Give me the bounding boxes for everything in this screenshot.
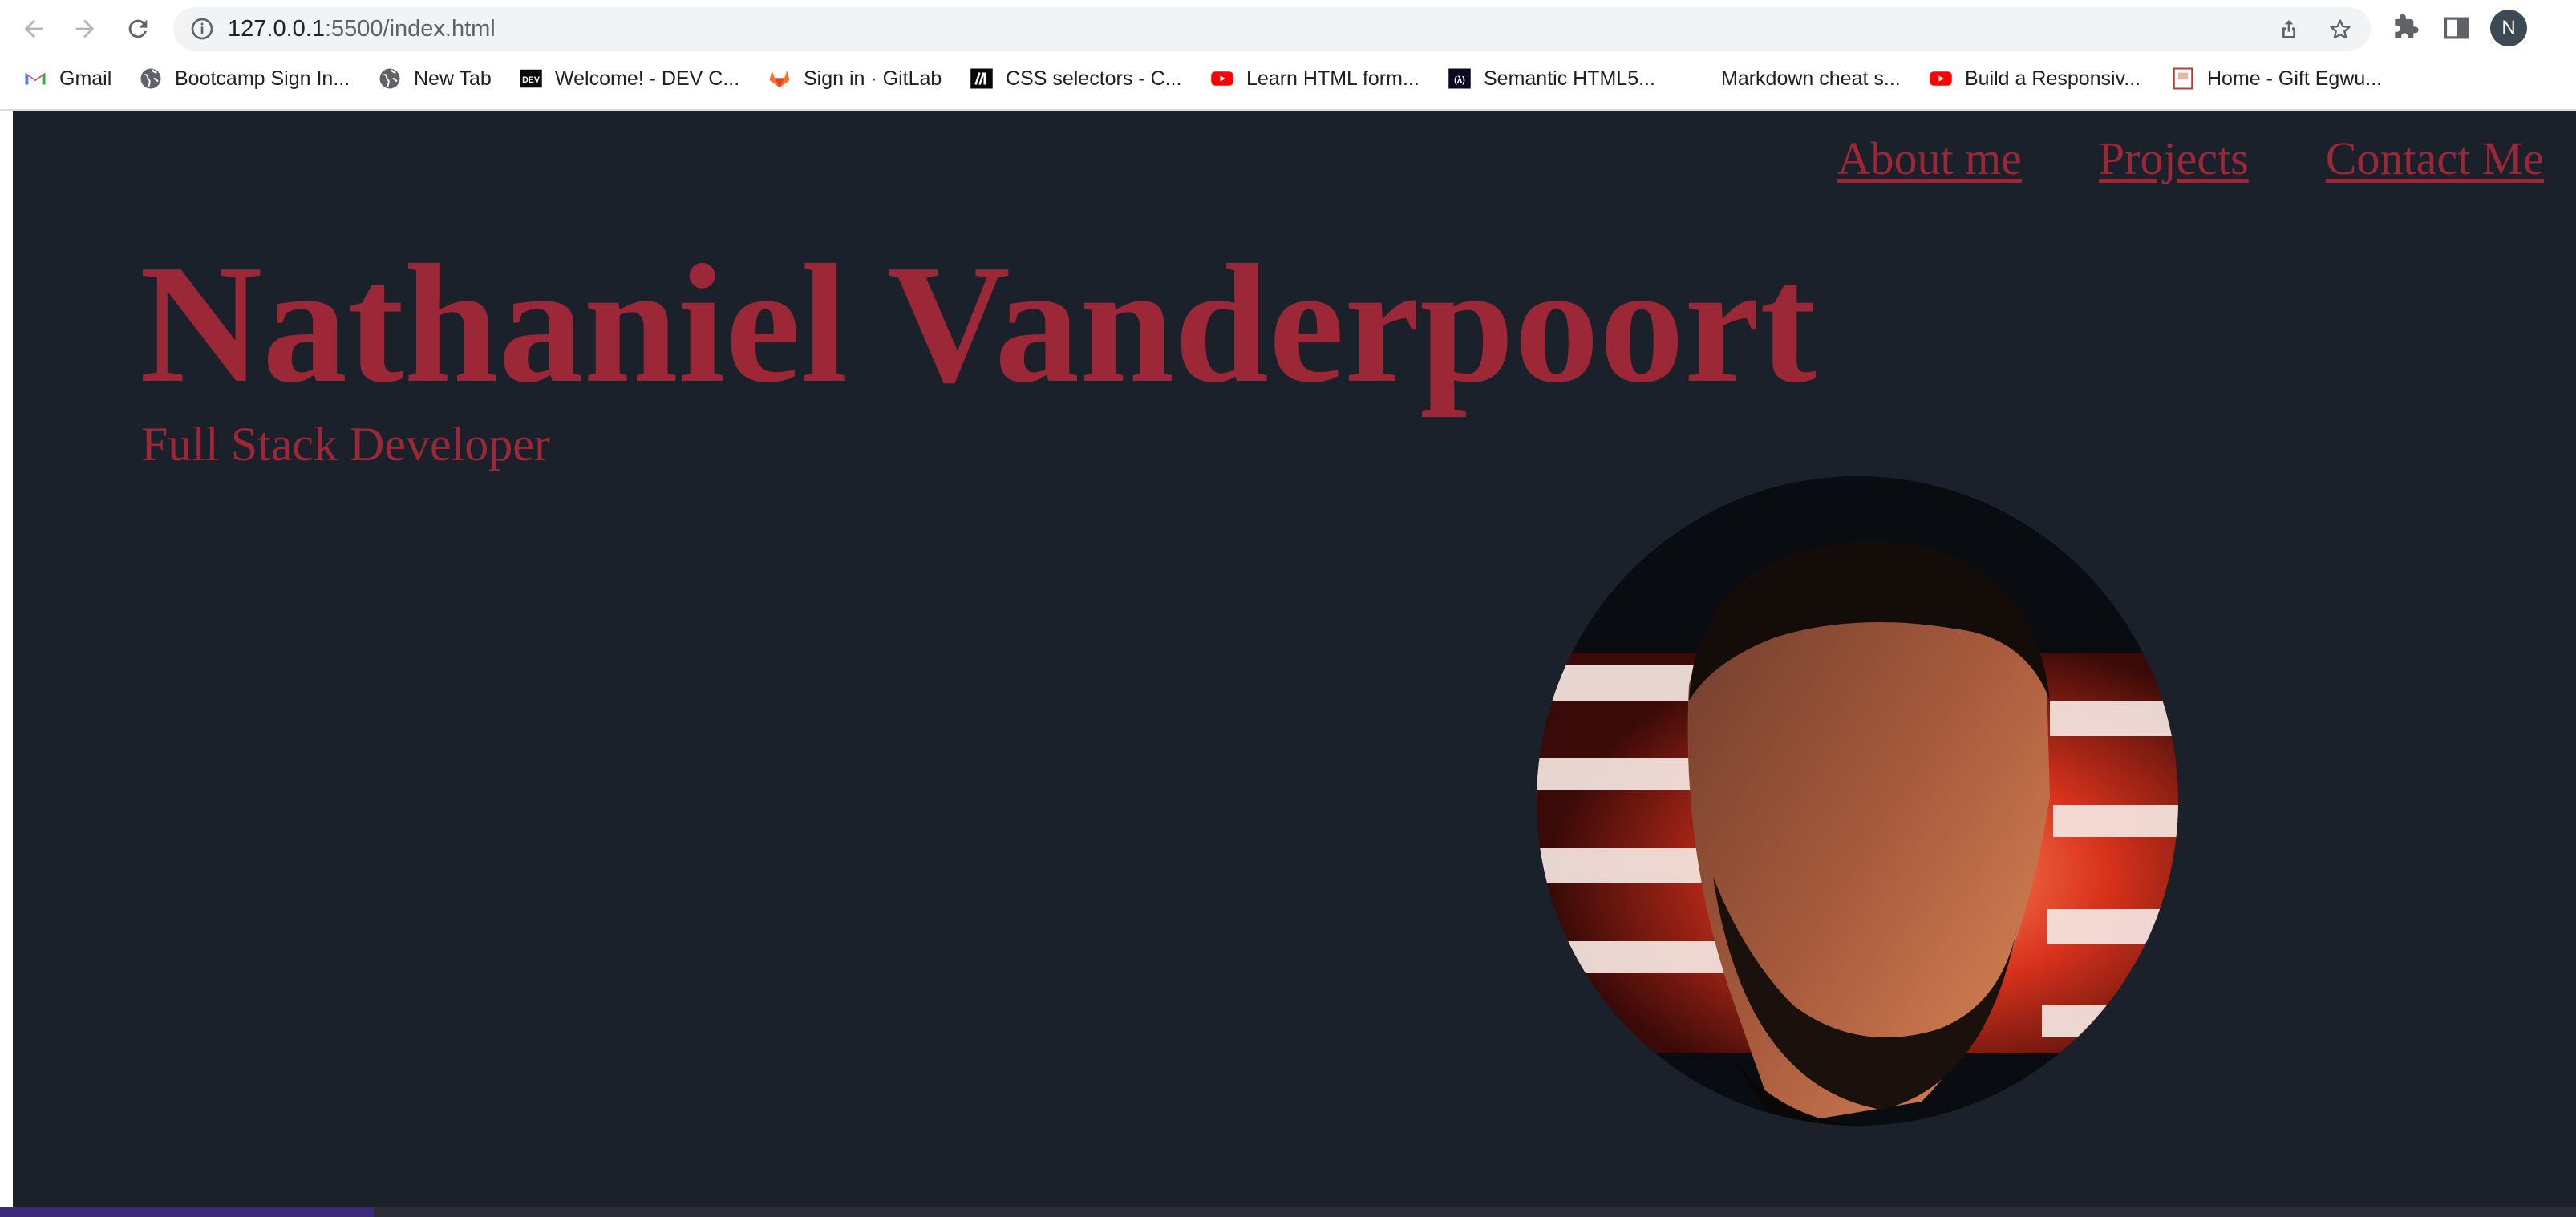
arrow-right-icon (75, 19, 95, 38)
address-bar[interactable]: 127.0.0.1:5500/index.html (173, 7, 2371, 51)
nav-link-contact-me[interactable]: Contact Me (2326, 131, 2544, 185)
forward-button[interactable] (67, 11, 103, 46)
bookmark-label: Welcome! - DEV C... (555, 67, 740, 90)
bookmark-label: Home - Gift Egwu... (2207, 67, 2383, 90)
bookmark-label: Markdown cheat s... (1721, 67, 1901, 90)
bookmark-css-selectors[interactable]: CSS selectors - C... (969, 58, 1182, 99)
gmail-icon (22, 66, 48, 91)
youtube-icon (1209, 66, 1235, 91)
url-text: 127.0.0.1:5500/index.html (228, 16, 496, 42)
bookmark-label: CSS selectors - C... (1006, 67, 1182, 90)
hero-role: Full Stack Developer (141, 418, 550, 471)
page-viewport: About me Projects Contact Me Nathaniel V… (13, 111, 2576, 1207)
url-host: 127.0.0.1 (228, 16, 325, 42)
bookmark-label: Learn HTML form... (1246, 67, 1420, 90)
bookmark-gift-egwu[interactable]: Home - Gift Egwu... (2170, 58, 2382, 99)
url-path: :5500/index.html (324, 16, 496, 42)
svg-text:DEV: DEV (522, 75, 540, 85)
star-icon[interactable] (2327, 17, 2353, 42)
site-nav: About me Projects Contact Me (1837, 131, 2544, 185)
bookmark-label: Semantic HTML5... (1484, 67, 1655, 90)
bookmark-label: Sign in · GitLab (804, 67, 942, 90)
freecodecamp-icon: (λ) (1447, 66, 1472, 91)
bookmark-dev[interactable]: DEV Welcome! - DEV C... (518, 58, 739, 99)
globe-icon (138, 66, 164, 91)
share-icon[interactable] (2276, 17, 2302, 42)
browser-toolbar: 127.0.0.1:5500/index.html N (0, 0, 2576, 56)
bookmark-gitlab[interactable]: Sign in · GitLab (767, 58, 942, 99)
hero-name: Nathaniel Vanderpoort (140, 229, 1817, 418)
bookmark-label: Build a Responsiv... (1965, 67, 2141, 90)
profile-avatar[interactable]: N (2490, 10, 2527, 46)
bookmark-label: Bootcamp Sign In... (175, 67, 350, 90)
dev-icon: DEV (518, 66, 544, 91)
bookmark-gmail[interactable]: Gmail (22, 58, 111, 99)
taskbar-strip (0, 1207, 2576, 1217)
bookmark-build-responsive[interactable]: Build a Responsiv... (1928, 58, 2141, 99)
bookmark-label: Gmail (59, 67, 112, 90)
browser-chrome: 127.0.0.1:5500/index.html N Gmail Bootca… (0, 0, 2576, 111)
svg-text:(λ): (λ) (1454, 75, 1465, 85)
profile-photo (1537, 476, 2178, 1126)
gitlab-icon (767, 66, 792, 91)
mdn-icon (969, 66, 994, 91)
bookmark-semantic-html[interactable]: (λ) Semantic HTML5... (1447, 58, 1655, 99)
back-button[interactable] (16, 11, 51, 46)
youtube-icon (1928, 66, 1954, 91)
bookmark-markdown[interactable]: Markdown cheat s... (1721, 58, 1901, 99)
reload-button[interactable] (120, 11, 156, 46)
side-panel-icon[interactable] (2441, 13, 2472, 43)
bookmarks-bar: Gmail Bootcamp Sign In... New Tab DEV We… (0, 58, 2576, 99)
globe-icon (377, 66, 403, 91)
taskbar-accent (0, 1207, 374, 1217)
bookmark-bootcamp[interactable]: Bootcamp Sign In... (138, 58, 350, 99)
bookmark-new-tab[interactable]: New Tab (377, 58, 492, 99)
nav-link-projects[interactable]: Projects (2099, 131, 2249, 185)
reload-icon (128, 19, 148, 38)
extensions-icon[interactable] (2390, 13, 2420, 43)
page-icon (2170, 66, 2196, 91)
bookmark-label: New Tab (414, 67, 492, 90)
info-icon[interactable] (189, 16, 215, 42)
arrow-left-icon (24, 19, 43, 38)
nav-link-about-me[interactable]: About me (1837, 131, 2022, 185)
bookmark-learn-html[interactable]: Learn HTML form... (1209, 58, 1420, 99)
